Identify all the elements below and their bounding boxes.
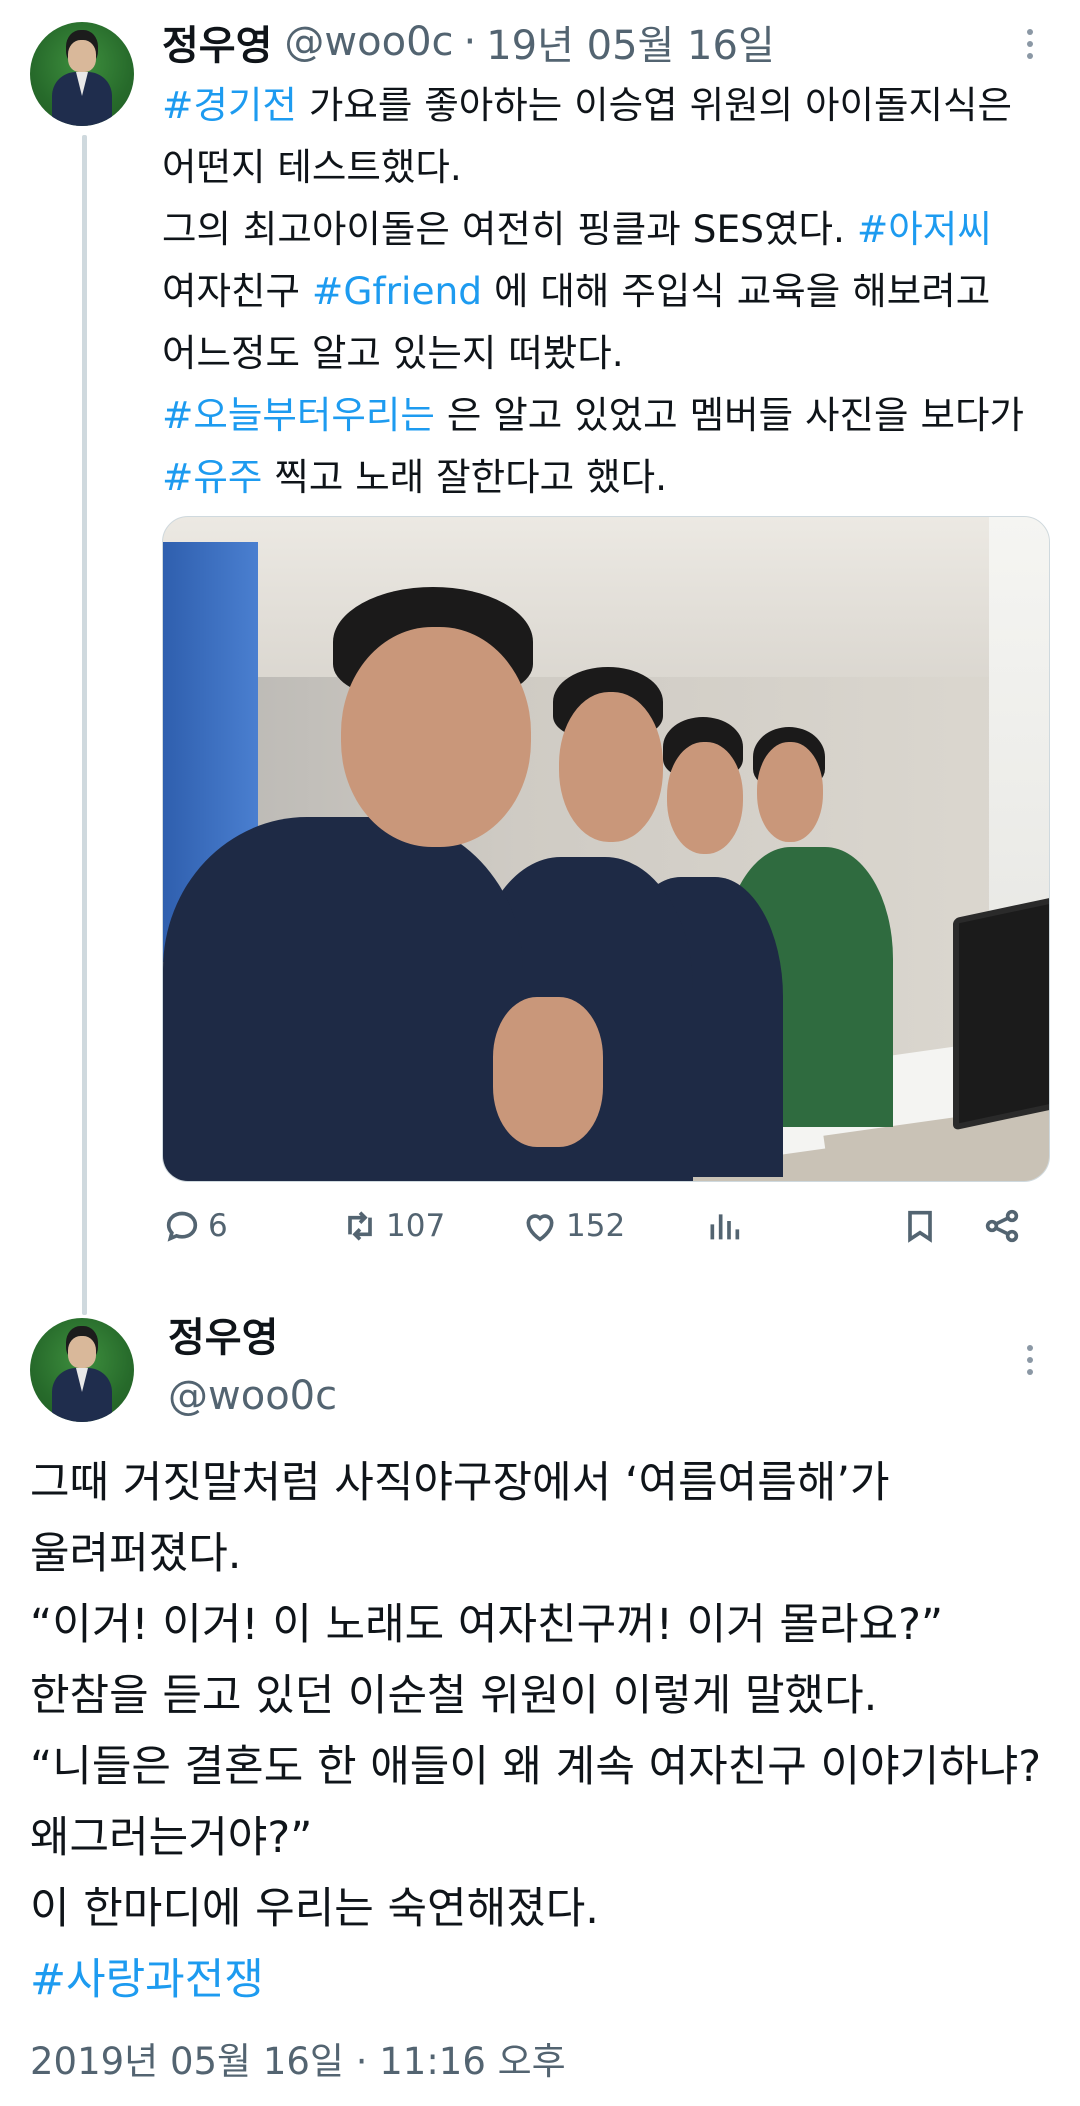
more-icon[interactable] xyxy=(1010,24,1050,64)
retweet-icon xyxy=(348,1211,372,1241)
more-icon[interactable] xyxy=(1010,1340,1050,1380)
tweet-line: 그의 최고아이돌은 여전히 핑클과 SES였다. #아저씨 xyxy=(162,198,1062,260)
tweet-photo[interactable] xyxy=(162,516,1050,1182)
hashtag-link[interactable]: #유주 xyxy=(162,455,262,499)
like-button[interactable]: 152 xyxy=(520,1196,625,1256)
tweet1-header: 정우영 @woo0c · 19년 05월 16일 xyxy=(162,14,775,70)
tweet-line: 여자친구 #Gfriend 에 대해 주입식 교육을 해보려고 xyxy=(162,260,1062,322)
tweet-line: 울려퍼졌다. xyxy=(30,1529,242,1579)
reply-icon xyxy=(166,1211,198,1242)
tweet-timestamp[interactable]: 2019년 05월 16일 · 11:16 오후 xyxy=(30,2032,566,2092)
tweet-line: “니들은 결혼도 한 애들이 왜 계속 여자친구 이야기하냐? xyxy=(30,1742,1042,1792)
tweet-text: 어느정도 알고 있는지 떠봤다. xyxy=(162,331,624,375)
tweet1-actions: 6 107 152 xyxy=(162,1196,1042,1256)
tweet-line: 어느정도 알고 있는지 떠봤다. xyxy=(162,322,1062,384)
tweet-text: 어떤지 테스트했다. xyxy=(162,145,462,189)
tweet-text: 에 대해 주입식 교육을 해보려고 xyxy=(482,269,991,313)
tweet-text: 여자친구 xyxy=(162,269,312,313)
avatar[interactable] xyxy=(30,22,134,126)
views-button[interactable] xyxy=(704,1196,744,1256)
tweet-text: 그의 최고아이돌은 여전히 핑클과 SES였다. xyxy=(162,207,857,251)
hashtag-link[interactable]: #사랑과전쟁 xyxy=(30,1945,1070,2016)
separator-dot: · xyxy=(463,19,477,65)
avatar[interactable] xyxy=(30,1318,134,1422)
tweet-text: 은 알고 있었고 멤버들 사진을 보다가 xyxy=(434,393,1024,437)
tweet-line: “이거! 이거! 이 노래도 여자친구꺼! 이거 몰라요?” xyxy=(30,1600,944,1650)
tweet-line: 어떤지 테스트했다. xyxy=(162,136,1062,198)
tweet-line: #경기전 가요를 좋아하는 이승엽 위원의 아이돌지식은 xyxy=(162,74,1062,136)
tweet-line: #유주 찍고 노래 잘한다고 했다. xyxy=(162,446,1062,508)
tweet-line: 왜그러는거야?” xyxy=(30,1813,313,1863)
share-icon xyxy=(985,1209,1019,1243)
thread-connector-line xyxy=(82,135,87,1315)
author-name[interactable]: 정우영 xyxy=(168,1310,278,1366)
bookmark-icon xyxy=(908,1210,932,1243)
hashtag-link[interactable]: #아저씨 xyxy=(857,207,992,251)
tweet-line: 그때 거짓말처럼 사직야구장에서 ‘여름여름해’가 xyxy=(30,1458,890,1508)
tweet2-text: 그때 거짓말처럼 사직야구장에서 ‘여름여름해’가 울려퍼졌다. “이거! 이거… xyxy=(30,1448,1070,2016)
reply-button[interactable]: 6 xyxy=(162,1196,228,1256)
views-icon xyxy=(710,1214,740,1240)
hashtag-link[interactable]: #경기전 xyxy=(162,83,297,127)
like-icon xyxy=(526,1214,554,1242)
hashtag-link[interactable]: #오늘부터우리는 xyxy=(162,393,435,437)
tweet-date[interactable]: 19년 05월 16일 xyxy=(486,13,775,71)
hashtag-link[interactable]: #Gfriend xyxy=(312,269,482,313)
retweet-button[interactable]: 107 xyxy=(340,1196,445,1256)
tweet-line: 한참을 듣고 있던 이순철 위원이 이렇게 말했다. xyxy=(30,1671,878,1721)
tweet-text: 가요를 좋아하는 이승엽 위원의 아이돌지식은 xyxy=(296,83,1013,127)
tweet1-text: #경기전 가요를 좋아하는 이승엽 위원의 아이돌지식은 어떤지 테스트했다. … xyxy=(162,74,1062,508)
tweet-line: #오늘부터우리는 은 알고 있었고 멤버들 사진을 보다가 xyxy=(162,384,1062,446)
reply-count: 6 xyxy=(208,1208,228,1244)
author-name[interactable]: 정우영 xyxy=(162,13,272,71)
bookmark-button[interactable] xyxy=(900,1196,940,1256)
tweet-text: 찍고 노래 잘한다고 했다. xyxy=(262,455,668,499)
share-button[interactable] xyxy=(982,1196,1022,1256)
tweet-line: 이 한마디에 우리는 숙연해졌다. xyxy=(30,1884,599,1934)
author-handle[interactable]: @woo0c xyxy=(284,19,453,65)
author-handle[interactable]: @woo0c xyxy=(168,1368,337,1424)
like-count: 152 xyxy=(566,1208,626,1244)
retweet-count: 107 xyxy=(386,1208,446,1244)
